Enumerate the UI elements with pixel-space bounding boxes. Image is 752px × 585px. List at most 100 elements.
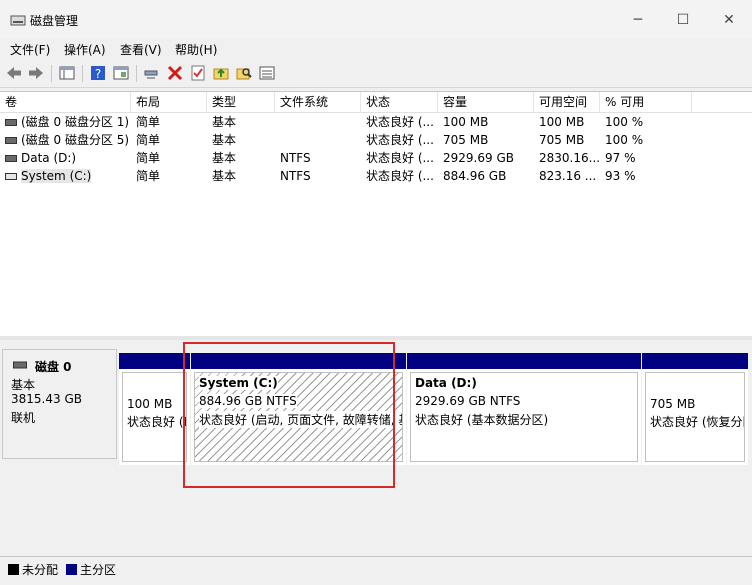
forward-icon[interactable] — [27, 64, 45, 82]
partition-size: 705 MB — [650, 397, 696, 411]
table-row[interactable]: (磁盘 0 磁盘分区 5) 简单 基本 状态良好 (... 705 MB 705… — [0, 131, 752, 149]
volume-status: 状态良好 (... — [366, 169, 434, 183]
menu-help[interactable]: 帮助(H) — [175, 41, 217, 58]
volume-status: 状态良好 (... — [366, 151, 434, 165]
volume-filesystem — [275, 113, 361, 131]
disk-name: 磁盘 0 — [35, 360, 72, 374]
column-header-capacity[interactable]: 容量 — [438, 92, 534, 112]
volume-list-header: 卷 布局 类型 文件系统 状态 容量 可用空间 % 可用 — [0, 92, 752, 113]
panel-splitter[interactable] — [0, 336, 752, 340]
volume-free-space: 2830.16... — [539, 151, 600, 165]
partition-size: 2929.69 GB NTFS — [415, 394, 521, 408]
partition-size: 100 MB — [127, 397, 173, 411]
volume-free-space: 705 MB — [539, 133, 585, 147]
column-header-layout[interactable]: 布局 — [131, 92, 207, 112]
table-row[interactable]: System (C:) 简单 基本 NTFS 状态良好 (... 884.96 … — [0, 167, 752, 185]
volume-list: 卷 布局 类型 文件系统 状态 容量 可用空间 % 可用 (磁盘 0 磁盘分区 … — [0, 91, 752, 337]
up-folder-icon[interactable] — [212, 64, 230, 82]
disk-state: 联机 — [11, 411, 36, 425]
volume-status: 状态良好 (... — [366, 133, 434, 147]
volume-type: 基本 — [212, 151, 237, 165]
menu-view[interactable]: 查看(V) — [120, 41, 162, 58]
volume-percent-free: 100 % — [605, 133, 644, 147]
volume-capacity: 884.96 GB — [443, 169, 507, 183]
back-icon[interactable] — [5, 64, 23, 82]
volume-capacity: 100 MB — [443, 115, 489, 129]
volume-icon — [5, 173, 17, 180]
volume-capacity: 705 MB — [443, 133, 489, 147]
legend-unallocated: 未分配 — [22, 563, 59, 577]
disk-type: 基本 — [11, 378, 36, 392]
volume-filesystem: NTFS — [280, 169, 311, 183]
title-bar: 磁盘管理 ─ ☐ ✕ — [0, 0, 752, 38]
list-icon[interactable] — [258, 64, 276, 82]
volume-type: 基本 — [212, 169, 237, 183]
toolbar: ? — [0, 60, 752, 88]
window-title: 磁盘管理 — [30, 14, 79, 28]
volume-percent-free: 97 % — [605, 151, 636, 165]
disk-size: 3815.43 GB — [11, 392, 82, 406]
volume-name: Data (D:) — [21, 151, 77, 165]
column-header-volume[interactable]: 卷 — [0, 92, 131, 112]
delete-icon[interactable] — [166, 64, 184, 82]
partition-status: 状态良好 (恢复分区) — [650, 415, 744, 429]
partition-title: Data (D:) — [415, 376, 477, 390]
partition-data-d[interactable]: Data (D:) 2929.69 GB NTFS 状态良好 (基本数据分区) — [407, 353, 641, 465]
table-row[interactable]: (磁盘 0 磁盘分区 1) 简单 基本 状态良好 (... 100 MB 100… — [0, 113, 752, 131]
connect-icon[interactable] — [143, 64, 161, 82]
primary-partition-swatch — [66, 564, 77, 575]
partition-status: 状态良好 (基本数据分区) — [415, 413, 549, 427]
legend-primary-partition: 主分区 — [80, 563, 117, 577]
menu-action[interactable]: 操作(A) — [64, 41, 106, 58]
volume-layout: 简单 — [136, 151, 161, 165]
svg-text:?: ? — [95, 67, 101, 81]
search-folder-icon[interactable] — [235, 64, 253, 82]
properties-icon[interactable] — [112, 64, 130, 82]
column-header-filesystem[interactable]: 文件系统 — [275, 92, 361, 112]
disk-icon — [13, 361, 27, 369]
minimize-button[interactable]: ─ — [628, 11, 648, 29]
volume-type: 基本 — [212, 133, 237, 147]
volume-name: (磁盘 0 磁盘分区 5) — [21, 133, 130, 147]
legend: 未分配 主分区 — [0, 556, 752, 585]
volume-name: System (C:) — [21, 169, 92, 183]
volume-type: 基本 — [212, 115, 237, 129]
console-tree-icon[interactable] — [58, 64, 76, 82]
volume-name: (磁盘 0 磁盘分区 1) — [21, 115, 130, 129]
table-row[interactable]: Data (D:) 简单 基本 NTFS 状态良好 (... 2929.69 G… — [0, 149, 752, 167]
disk-info[interactable]: 磁盘 0 基本 3815.43 GB 联机 — [2, 349, 117, 459]
column-header-free-space[interactable]: 可用空间 — [534, 92, 600, 112]
help-icon[interactable]: ? — [89, 64, 107, 82]
partition-recovery[interactable]: 705 MB 状态良好 (恢复分区) — [642, 353, 748, 465]
volume-layout: 简单 — [136, 115, 161, 129]
highlight-rectangle — [183, 342, 395, 488]
volume-percent-free: 93 % — [605, 169, 636, 183]
volume-layout: 简单 — [136, 169, 161, 183]
column-header-percent-free[interactable]: % 可用 — [600, 92, 692, 112]
volume-status: 状态良好 (... — [366, 115, 434, 129]
volume-capacity: 2929.69 GB — [443, 151, 514, 165]
volume-icon — [5, 155, 17, 162]
toolbar-separator — [136, 65, 137, 82]
partition-efi[interactable]: 100 MB 状态良好 (EFI 系统分区) — [119, 353, 190, 465]
volume-free-space: 100 MB — [539, 115, 585, 129]
volume-icon — [5, 119, 17, 126]
menu-file[interactable]: 文件(F) — [10, 41, 50, 58]
volume-filesystem: NTFS — [280, 151, 311, 165]
maximize-button[interactable]: ☐ — [673, 11, 693, 29]
toolbar-separator — [51, 65, 52, 82]
partition-status: 状态良好 (EFI 系统分区) — [127, 415, 186, 429]
toolbar-separator — [82, 65, 83, 82]
column-header-status[interactable]: 状态 — [361, 92, 438, 112]
close-button[interactable]: ✕ — [719, 11, 739, 29]
volume-filesystem — [275, 131, 361, 149]
volume-icon — [5, 137, 17, 144]
menu-bar: 文件(F) 操作(A) 查看(V) 帮助(H) — [0, 38, 752, 60]
check-icon[interactable] — [189, 64, 207, 82]
unallocated-swatch — [8, 564, 19, 575]
primary-partition-bar — [407, 353, 641, 369]
primary-partition-bar — [642, 353, 748, 369]
volume-percent-free: 100 % — [605, 115, 644, 129]
volume-layout: 简单 — [136, 133, 161, 147]
column-header-type[interactable]: 类型 — [207, 92, 275, 112]
